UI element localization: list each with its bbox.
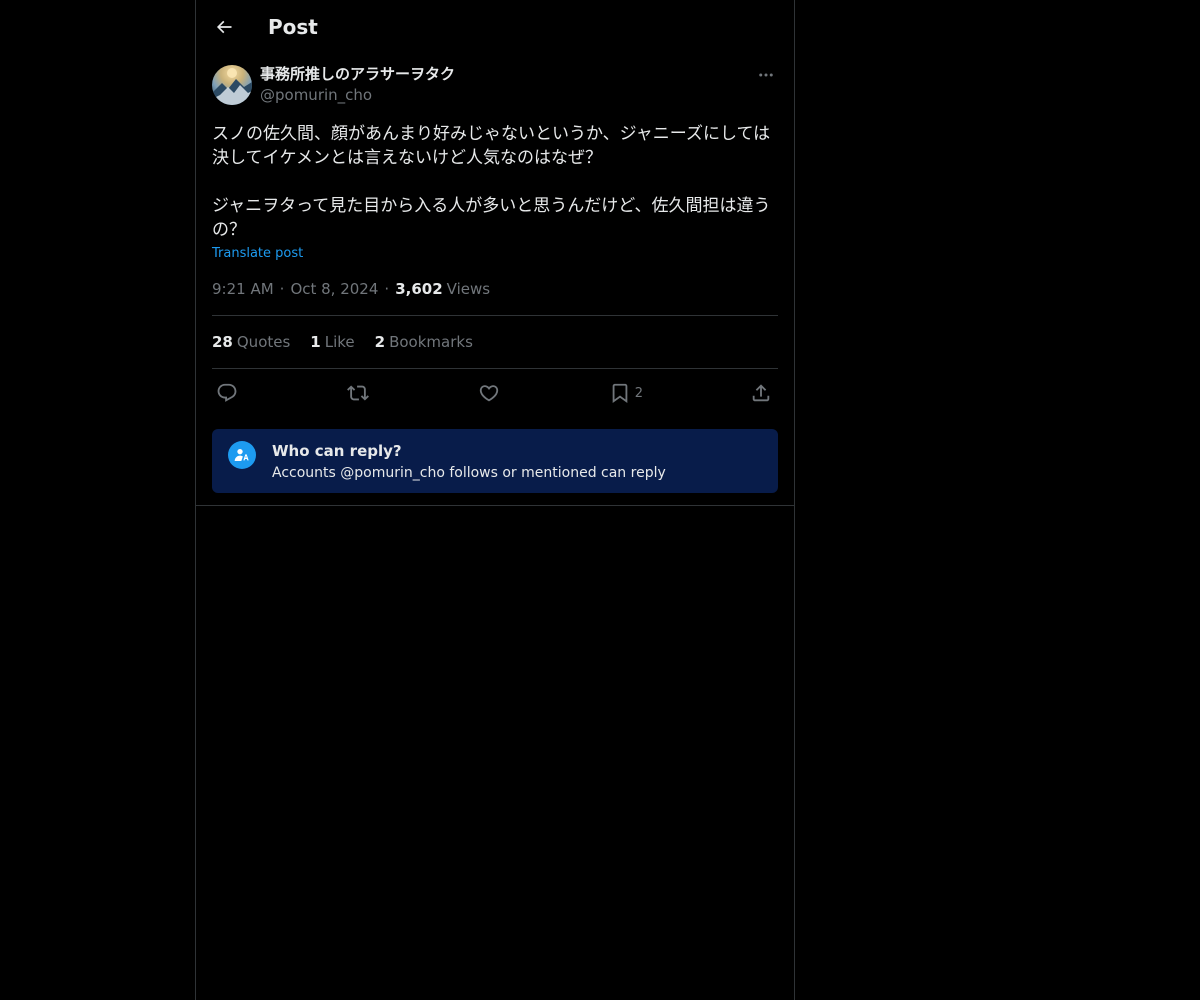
bookmark-count: 2 — [634, 385, 644, 401]
bookmark-icon — [612, 383, 628, 404]
back-button[interactable] — [209, 12, 239, 42]
heart-icon — [479, 385, 499, 402]
meta-separator: · — [384, 280, 390, 298]
likes-label: Like — [324, 333, 355, 351]
meta-separator: · — [279, 280, 285, 298]
post-author-row: 事務所推しのアラサーヲタク @pomurin_cho — [212, 64, 778, 108]
likes-count: 1 — [310, 333, 321, 351]
reply-button[interactable] — [216, 382, 240, 404]
share-icon — [752, 384, 770, 402]
views-label: Views — [446, 280, 491, 298]
primary-column: Post 事務所推しのアラサーヲタク @pomurin_cho スノの佐久間、顔… — [195, 0, 795, 1000]
views-count: 3,602 — [395, 280, 443, 298]
author-handle[interactable]: @pomurin_cho — [260, 85, 372, 105]
bookmark-button[interactable]: 2 — [609, 382, 643, 404]
post-meta: 9:21 AM · Oct 8, 2024 · 3,602 Views — [212, 279, 778, 316]
reply-restriction-notice: Who can reply? Accounts @pomurin_cho fol… — [212, 429, 778, 493]
more-options-button[interactable] — [754, 64, 778, 86]
post-stats: 28 Quotes 1 Like 2 Bookmarks — [212, 316, 778, 369]
likes-stat[interactable]: 1 Like — [310, 333, 354, 351]
reply-restriction-description: Accounts @pomurin_cho follows or mention… — [272, 465, 666, 481]
author-display-name[interactable]: 事務所推しのアラサーヲタク — [260, 64, 455, 84]
post-text: スノの佐久間、顔があんまり好みじゃないというか、ジャニーズにしては決してイケメン… — [212, 124, 771, 240]
post-date[interactable]: Oct 8, 2024 — [290, 279, 378, 299]
arrow-left-icon — [216, 20, 232, 34]
quotes-stat[interactable]: 28 Quotes — [212, 333, 290, 351]
avatar-image — [212, 68, 252, 105]
page-header: Post — [196, 0, 794, 54]
mention-user-icon — [228, 441, 256, 469]
reply-restriction-title: Who can reply? — [272, 442, 402, 460]
bookmarks-label: Bookmarks — [389, 333, 473, 351]
post-divider — [196, 505, 794, 506]
repost-icon — [346, 385, 369, 401]
quotes-label: Quotes — [236, 333, 291, 351]
avatar[interactable] — [212, 65, 252, 105]
translate-post-link[interactable]: Translate post — [212, 245, 303, 263]
bookmarks-count: 2 — [374, 333, 386, 351]
share-button[interactable] — [750, 382, 774, 404]
quotes-count: 28 — [212, 333, 233, 351]
more-icon — [759, 73, 773, 77]
post: 事務所推しのアラサーヲタク @pomurin_cho スノの佐久間、顔があんまり… — [212, 64, 778, 493]
like-button[interactable] — [478, 382, 502, 404]
page-title: Post — [268, 15, 318, 39]
bookmarks-stat[interactable]: 2 Bookmarks — [375, 333, 473, 351]
user-at-icon — [234, 449, 249, 461]
post-time[interactable]: 9:21 AM — [212, 279, 274, 299]
repost-button[interactable] — [346, 382, 371, 404]
reply-icon — [217, 383, 237, 402]
post-actions: 2 — [212, 369, 778, 417]
